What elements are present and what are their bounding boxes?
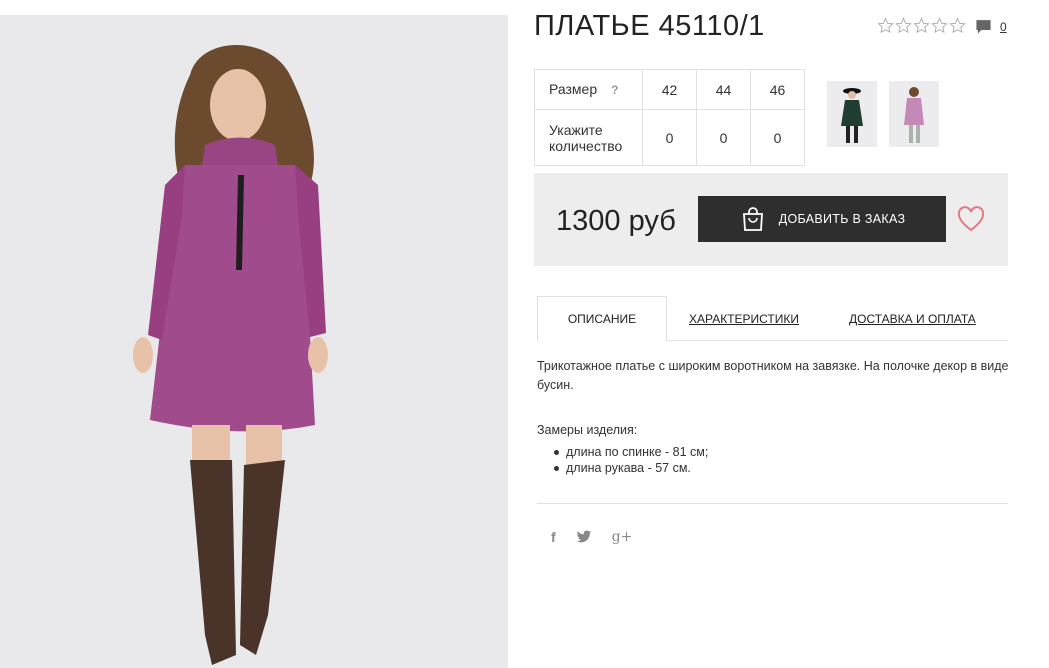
google-plus-icon[interactable]: g+ — [612, 529, 633, 545]
size-label-cell: Размер? — [534, 69, 643, 110]
measures-list: длина по спинке - 81 см; длина рукава - … — [554, 444, 708, 476]
social-share: f g+ — [551, 529, 632, 545]
star-icon[interactable] — [931, 17, 948, 34]
star-icon[interactable] — [913, 17, 930, 34]
add-to-order-label: ДОБАВИТЬ В ЗАКАЗ — [778, 212, 906, 226]
price: 1300 руб — [556, 205, 676, 237]
description-text: Трикотажное платье с широким воротником … — [537, 359, 1009, 392]
add-to-order-button[interactable]: ДОБАВИТЬ В ЗАКАЗ — [698, 196, 946, 242]
quantity-label-line2: количество — [549, 137, 623, 154]
product-photo — [0, 15, 508, 668]
comment-icon — [976, 20, 991, 34]
twitter-icon[interactable] — [576, 530, 592, 544]
size-cell: 42 — [642, 69, 697, 110]
list-item: длина рукава - 57 см. — [554, 460, 708, 476]
list-item: длина по спинке - 81 см; — [554, 444, 708, 460]
quantity-label-cell: Укажите количество — [534, 109, 643, 166]
dress-pink-thumbnail[interactable] — [889, 81, 939, 147]
color-thumbnails — [827, 81, 939, 147]
tab-description[interactable]: ОПИСАНИЕ — [537, 296, 667, 342]
tab-characteristics[interactable]: ХАРАКТЕРИСТИКИ — [689, 296, 799, 341]
comments-count[interactable]: 0 — [1000, 20, 1007, 34]
quantity-input[interactable]: 0 — [696, 109, 751, 166]
shopping-bag-icon — [742, 207, 763, 231]
size-cell: 44 — [696, 69, 751, 110]
dress-green-thumbnail[interactable] — [827, 81, 877, 147]
quantity-input[interactable]: 0 — [750, 109, 805, 166]
product-tabs: ОПИСАНИЕ ХАРАКТЕРИСТИКИ ДОСТАВКА И ОПЛАТ… — [537, 296, 1008, 342]
size-help-icon[interactable]: ? — [611, 83, 618, 97]
size-table: Размер? 42 44 46 Укажите количество 0 0 0 — [534, 69, 805, 166]
size-cell: 46 — [750, 69, 805, 110]
product-title: ПЛАТЬЕ 45110/1 — [534, 10, 765, 42]
measures-title: Замеры изделия: — [537, 423, 638, 437]
rating-stars[interactable] — [877, 17, 966, 34]
purchase-panel: 1300 руб ДОБАВИТЬ В ЗАКАЗ — [534, 173, 1008, 266]
quantity-label-line1: Укажите — [549, 121, 603, 138]
tab-delivery-payment[interactable]: ДОСТАВКА И ОПЛАТА — [849, 296, 976, 341]
divider — [537, 503, 1008, 504]
heart-icon[interactable] — [957, 206, 985, 232]
facebook-icon[interactable]: f — [551, 529, 556, 545]
size-label: Размер — [549, 81, 598, 97]
star-icon[interactable] — [877, 17, 894, 34]
star-icon[interactable] — [895, 17, 912, 34]
quantity-input[interactable]: 0 — [642, 109, 697, 166]
star-icon[interactable] — [949, 17, 966, 34]
comments-link[interactable]: 0 — [975, 18, 1007, 35]
